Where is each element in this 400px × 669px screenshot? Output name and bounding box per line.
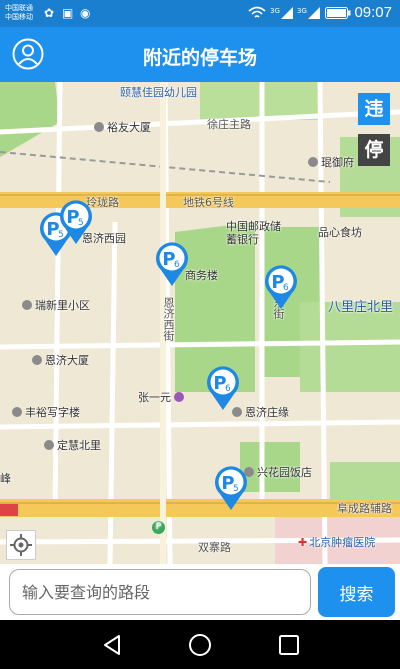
place-label: 品心食坊	[318, 226, 362, 239]
road-label: 双寨路	[198, 541, 231, 554]
poi-icon	[22, 300, 32, 310]
place-label: 八里庄北里	[328, 300, 394, 315]
parking-count: 5	[233, 484, 239, 494]
place-label: 兴花园饭店	[244, 464, 312, 480]
wifi-icon	[248, 6, 266, 23]
hospital-label: ✚ 北京肿瘤医院	[298, 536, 376, 549]
search-button[interactable]: 搜索	[318, 567, 395, 617]
poi-icon	[32, 355, 42, 365]
place-label: 恩济大厦	[32, 352, 89, 368]
parking-marker[interactable]: P 6	[262, 263, 300, 311]
road-label: 恩济西街	[162, 297, 175, 341]
parking-filter-button[interactable]: 停	[358, 134, 390, 166]
signal-2-icon	[307, 6, 321, 23]
parking-poi-icon: P	[152, 518, 168, 534]
poi-icon	[12, 407, 22, 417]
status-time: 09:07	[354, 4, 392, 21]
place-label: 琨御府	[308, 154, 354, 170]
poi-icon	[94, 122, 104, 132]
road-label: 地铁6号线	[183, 196, 234, 209]
road-label: 阜成路辅路	[337, 502, 392, 515]
network-1-label: 3G	[270, 7, 280, 15]
system-nav-bar	[0, 620, 400, 669]
hospital-icon: ✚	[298, 536, 308, 549]
place-label: 裕友大厦	[94, 119, 151, 135]
parking-count: 6	[174, 260, 180, 270]
poi-icon	[308, 157, 318, 167]
notification-icon: ◉	[80, 6, 91, 20]
place-label: 张一元	[138, 389, 187, 405]
battery-icon	[325, 7, 351, 22]
crosshair-icon	[10, 534, 32, 556]
parking-marker[interactable]: P 6	[153, 240, 191, 288]
home-circle-icon[interactable]	[187, 632, 213, 658]
place-label: 峰	[0, 472, 11, 485]
app-bar: 附近的停车场	[0, 27, 400, 82]
status-bar: 中国联通 中国移动 ✿ ▣ ◉ 3G 3G 09:07	[0, 0, 400, 27]
map-view[interactable]: 颐慧佳园幼儿园 裕友大厦 徐庄主路 琨御府 玲珑路 地铁6号线 中国邮政储蓄银行…	[0, 82, 400, 564]
page-title: 附近的停车场	[142, 47, 257, 69]
search-input[interactable]	[9, 569, 311, 615]
parking-marker[interactable]: P 5	[212, 464, 250, 512]
carrier-2-label: 中国移动	[5, 13, 33, 21]
locate-button[interactable]	[6, 530, 36, 560]
place-label: 瑞新里小区	[22, 297, 90, 313]
carrier-1-label: 中国联通	[5, 4, 33, 12]
search-bar: 搜索	[0, 564, 400, 620]
image-icon: ▣	[62, 6, 74, 20]
network-2-label: 3G	[297, 7, 307, 15]
violation-button[interactable]: 违	[358, 93, 390, 125]
poi-icon	[174, 392, 184, 402]
parking-count: 6	[225, 384, 231, 394]
road-label: 徐庄主路	[207, 118, 251, 131]
signal-1-icon	[280, 6, 294, 23]
place-label: 中国邮政储蓄银行	[226, 220, 281, 246]
recents-square-icon[interactable]	[276, 632, 302, 658]
parking-count: 5	[78, 218, 84, 228]
place-label: 颐慧佳园幼儿园	[120, 86, 197, 99]
place-label: 丰裕写字楼	[12, 404, 80, 420]
place-label: 定慧北里	[44, 437, 101, 453]
poi-icon	[44, 440, 54, 450]
parking-count: 6	[283, 283, 289, 293]
wechat-icon: ✿	[44, 6, 55, 20]
back-triangle-icon[interactable]	[100, 632, 126, 658]
parking-marker[interactable]: P 5	[57, 198, 95, 246]
parking-marker[interactable]: P 6	[204, 364, 242, 412]
